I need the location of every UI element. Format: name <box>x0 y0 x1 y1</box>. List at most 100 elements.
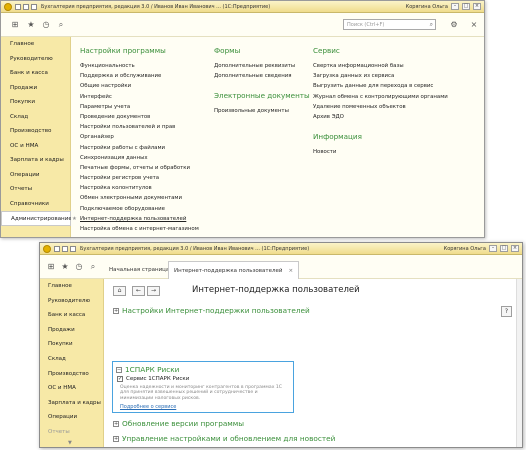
link-files[interactable]: Настройки работы с файлами <box>80 143 199 153</box>
link-db-collapse[interactable]: Свертка информационной базы <box>313 61 448 71</box>
back-arrow-icon[interactable]: ← <box>132 286 145 296</box>
link-extra-attributes[interactable]: Дополнительные реквизиты <box>214 61 310 71</box>
maximize-button[interactable]: □ <box>500 245 508 252</box>
sidebar-item-director[interactable]: Руководителю <box>40 294 103 309</box>
history-icon[interactable]: ◷ <box>41 20 51 30</box>
search-input[interactable]: Поиск (Ctrl+F) ⌕ <box>343 19 436 30</box>
link-posting-documents[interactable]: Проведение документов <box>80 112 199 122</box>
sidebar-item-director[interactable]: Руководителю <box>1 52 70 67</box>
expand-plus-icon[interactable]: + <box>113 307 119 314</box>
search-toolbar-icon[interactable]: ⌕ <box>56 20 66 30</box>
sidebar-item-warehouse[interactable]: Склад <box>1 110 70 125</box>
link-internet-support[interactable]: ★ Интернет-поддержка пользователей <box>72 214 199 224</box>
link-edo-archive[interactable]: Архив ЭДО <box>313 112 448 122</box>
grid-menu-icon[interactable]: ⊞ <box>10 20 20 30</box>
link-arbitrary-docs[interactable]: Произвольные документы <box>214 106 310 116</box>
link-regulator-log[interactable]: Журнал обмена с контролирующими органами <box>313 92 448 102</box>
save-icon[interactable] <box>62 245 68 252</box>
tab-internet-support[interactable]: Интернет-поддержка пользователей × <box>168 261 300 279</box>
sidebar-item-purchases[interactable]: Покупки <box>1 95 70 110</box>
sidebar-item-sales[interactable]: Продажи <box>1 81 70 96</box>
sidebar-item-production[interactable]: Производство <box>1 124 70 139</box>
risk-service-checkbox[interactable]: ✓ Сервис 1СПАРК Риски <box>117 376 189 382</box>
link-registers[interactable]: Настройки регистров учета <box>80 173 199 183</box>
minimize-button[interactable]: – <box>489 245 497 252</box>
sidebar-item-catalogs[interactable]: Справочники <box>1 197 70 212</box>
save-icon[interactable] <box>23 3 29 10</box>
favorite-star-icon[interactable]: ★ <box>72 214 80 224</box>
close-section-icon[interactable]: × <box>469 20 479 30</box>
scroll-down-icon[interactable]: ▼ <box>68 440 72 446</box>
sidebar-item-payroll[interactable]: Зарплата и кадры <box>40 396 103 411</box>
sidebar-item-bank[interactable]: Банк и касса <box>1 66 70 81</box>
sidebar-item-reports[interactable]: Отчеты <box>1 182 70 197</box>
forward-arrow-icon[interactable]: → <box>147 286 160 296</box>
home-button[interactable]: ⌂ <box>113 286 126 296</box>
quick-access-icon[interactable] <box>15 3 21 10</box>
expand-plus-icon[interactable]: + <box>113 435 119 442</box>
link-equipment[interactable]: Подключаемое оборудование <box>80 204 199 214</box>
link-extra-info[interactable]: Дополнительные сведения <box>214 71 310 81</box>
link-general-settings[interactable]: Общие настройки <box>80 81 199 91</box>
sidebar-item-purchases[interactable]: Покупки <box>40 337 103 352</box>
print-icon[interactable] <box>70 245 76 252</box>
link-accounting-params[interactable]: Параметры учета <box>80 102 199 112</box>
link-edi-exchange[interactable]: Обмен электронными документами <box>80 193 199 203</box>
quick-access-icon[interactable] <box>54 245 60 252</box>
grid-menu-icon[interactable]: ⊞ <box>46 262 56 272</box>
sidebar-item-operations[interactable]: Операции <box>40 410 103 425</box>
user-name-2[interactable]: Корягина Ольга <box>444 246 486 252</box>
user-name[interactable]: Корягина Ольга <box>406 4 448 10</box>
minimize-button[interactable]: – <box>451 3 459 10</box>
sidebar-item-assets[interactable]: ОС и НМА <box>40 381 103 396</box>
link-webshop-exchange[interactable]: Настройка обмена с интернет-магазином <box>80 224 199 234</box>
sidebar-item-main[interactable]: Главное <box>1 37 70 52</box>
checkbox-checked-icon[interactable]: ✓ <box>117 376 123 382</box>
sidebar-item-administration[interactable]: Администрирование <box>1 211 72 226</box>
link-data-sync[interactable]: Синхронизация данных <box>80 153 199 163</box>
link-interface[interactable]: Интерфейс <box>80 92 199 102</box>
sidebar-item-payroll[interactable]: Зарплата и кадры <box>1 153 70 168</box>
risk-more-link[interactable]: Подробнее о сервисе <box>120 404 176 410</box>
risk-section-header[interactable]: −1СПАРК Риски <box>116 365 179 374</box>
collapse-minus-icon[interactable]: − <box>116 366 122 373</box>
sidebar-item-production[interactable]: Производство <box>40 367 103 382</box>
sidebar-item-warehouse[interactable]: Склад <box>40 352 103 367</box>
section-settings[interactable]: + Настройки Интернет-поддержки пользовате… <box>113 306 310 315</box>
expand-plus-icon[interactable]: + <box>113 420 119 427</box>
sidebar-item-sales[interactable]: Продажи <box>40 323 103 338</box>
settings-gear-icon[interactable]: ⚙ <box>449 20 459 30</box>
link-export-to-service[interactable]: Выгрузить данные для перехода в сервис <box>313 81 448 91</box>
favorites-star-icon[interactable]: ★ <box>26 20 36 30</box>
vertical-scrollbar[interactable] <box>516 279 522 447</box>
link-users-rights[interactable]: Настройки пользователей и прав <box>80 122 199 132</box>
link-support[interactable]: Поддержка и обслуживание <box>80 71 199 81</box>
close-button[interactable]: × <box>511 245 519 252</box>
sidebar-item-main[interactable]: Главное <box>40 279 103 294</box>
help-button[interactable]: ? <box>501 306 512 317</box>
sidebar-item-operations[interactable]: Операции <box>1 168 70 183</box>
sidebar-item-assets[interactable]: ОС и НМА <box>1 139 70 154</box>
sidebar-item-reports[interactable]: Отчеты <box>40 425 103 440</box>
favorites-star-icon[interactable]: ★ <box>60 262 70 272</box>
link-headers-footers[interactable]: Настройка колонтитулов <box>80 183 199 193</box>
search-toolbar-icon[interactable]: ⌕ <box>88 262 98 272</box>
link-delete-marked[interactable]: Удаление помеченных объектов <box>313 102 448 112</box>
close-tab-icon[interactable]: × <box>288 268 293 274</box>
close-button[interactable]: × <box>473 3 481 10</box>
app-logo-icon <box>4 2 12 11</box>
link-news[interactable]: Новости <box>313 147 448 157</box>
history-icon[interactable]: ◷ <box>74 262 84 272</box>
link-functionality[interactable]: Функциональность <box>80 61 199 71</box>
internet-support-content: ⌂ ← → Интернет-поддержка пользователей ?… <box>104 279 522 447</box>
tab-home[interactable]: Начальная страница <box>104 261 174 279</box>
link-load-from-service[interactable]: Загрузка данных из сервиса <box>313 71 448 81</box>
link-organizer[interactable]: Органайзер <box>80 132 199 142</box>
maximize-button[interactable]: □ <box>462 3 470 10</box>
sidebar-item-bank[interactable]: Банк и касса <box>40 308 103 323</box>
main-toolbar: ⊞ ★ ◷ ⌕ Поиск (Ctrl+F) ⌕ ⚙ × <box>1 14 484 37</box>
link-print-forms[interactable]: Печатные формы, отчеты и обработки <box>80 163 199 173</box>
section-news-manage[interactable]: + Управление настройками и обновлением дл… <box>113 434 335 443</box>
print-icon[interactable] <box>31 3 37 10</box>
section-update[interactable]: + Обновление версии программы <box>113 419 244 428</box>
